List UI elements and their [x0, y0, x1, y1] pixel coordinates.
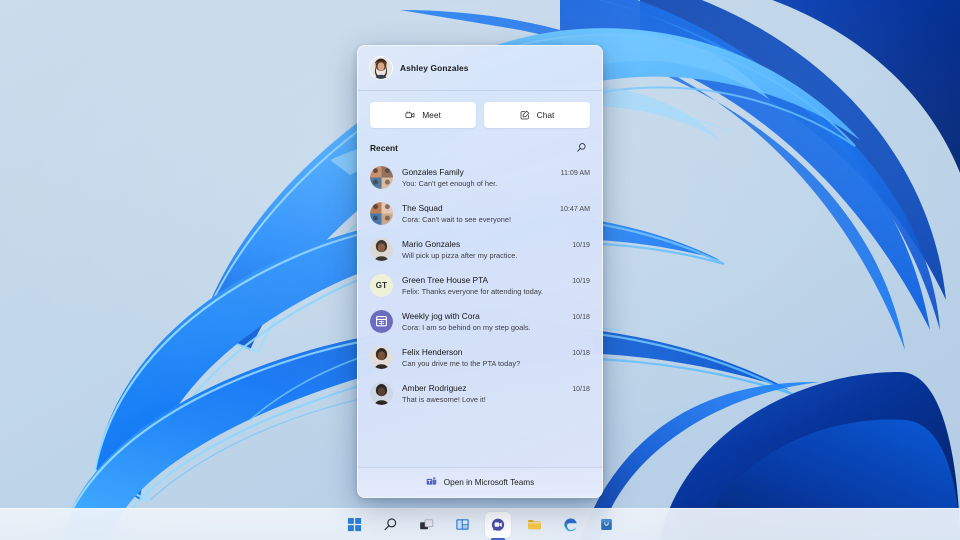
chat-button[interactable] [485, 512, 511, 538]
conversation-name: Amber Rodriguez [402, 383, 467, 393]
conversation-title-row: The Squad 10:47 AM [402, 203, 590, 213]
task-view-icon [419, 517, 434, 532]
file-explorer-icon [527, 517, 542, 532]
microsoft-store-button[interactable] [593, 512, 619, 538]
conversation-name: The Squad [402, 203, 443, 213]
contact-photo-icon [370, 382, 393, 405]
conversation-title-row: Weekly jog with Cora 10/18 [402, 311, 590, 321]
conversation-timestamp: 10/18 [572, 385, 590, 393]
conversation-preview: Can you drive me to the PTA today? [402, 359, 590, 368]
conversation-avatar [370, 238, 393, 261]
contact-photo-icon [370, 346, 393, 369]
conversation-text: Felix Henderson 10/18 Can you drive me t… [402, 347, 590, 368]
file-explorer-button[interactable] [521, 512, 547, 538]
chat-flyout-panel: Ashley Gonzales Meet Chat [357, 45, 603, 498]
conversation-avatar [370, 346, 393, 369]
conversation-preview: Felix: Thanks everyone for attending tod… [402, 287, 590, 296]
conversation-preview: You: Can't get enough of her. [402, 179, 590, 188]
conversation-text: Amber Rodriguez 10/18 That is awesome! L… [402, 383, 590, 404]
conversation-row[interactable]: Mario Gonzales 10/19 Will pick up pizza … [358, 231, 602, 267]
conversation-row[interactable]: Weekly jog with Cora 10/18 Cora: I am so… [358, 303, 602, 339]
microsoft-edge-icon [563, 517, 578, 532]
conversation-name: Green Tree House PTA [402, 275, 488, 285]
conversation-avatar [370, 166, 393, 189]
conversation-timestamp: 10/19 [572, 277, 590, 285]
conversation-text: Gonzales Family 11:09 AM You: Can't get … [402, 167, 590, 188]
conversation-text: Weekly jog with Cora 10/18 Cora: I am so… [402, 311, 590, 332]
video-camera-icon [405, 110, 415, 120]
conversation-name: Mario Gonzales [402, 239, 460, 249]
chat-button[interactable]: Chat [484, 102, 590, 128]
conversation-timestamp: 11:09 AM [561, 169, 590, 177]
compose-pencil-icon [520, 110, 530, 120]
conversation-preview: Will pick up pizza after my practice. [402, 251, 590, 260]
avatar-initials: GT [376, 281, 388, 290]
task-view-button[interactable] [413, 512, 439, 538]
conversation-title-row: Green Tree House PTA 10/19 [402, 275, 590, 285]
recent-label: Recent [370, 143, 398, 153]
conversation-row[interactable]: GT Green Tree House PTA 10/19 Felix: Tha… [358, 267, 602, 303]
flyout-header: Ashley Gonzales [358, 46, 602, 91]
open-in-teams-button[interactable]: Open in Microsoft Teams [358, 467, 602, 497]
widgets-icon [455, 517, 470, 532]
group-photo-icon [370, 202, 393, 225]
ashley-gonzales-avatar [370, 57, 392, 79]
search-conversations-button[interactable] [573, 140, 590, 157]
start-button[interactable] [341, 512, 367, 538]
conversation-avatar: GT [370, 274, 393, 297]
meet-button-label: Meet [422, 110, 441, 120]
conversation-preview: Cora: Can't wait to see everyone! [402, 215, 590, 224]
conversation-text: The Squad 10:47 AM Cora: Can't wait to s… [402, 203, 590, 224]
microsoft-teams-icon [426, 476, 437, 489]
open-in-teams-label: Open in Microsoft Teams [444, 478, 534, 487]
conversation-preview: Cora: I am so behind on my step goals. [402, 323, 590, 332]
chat-button-label: Chat [537, 110, 555, 120]
conversation-text: Green Tree House PTA 10/19 Felix: Thanks… [402, 275, 590, 296]
edge-button[interactable] [557, 512, 583, 538]
conversation-timestamp: 10/18 [572, 313, 590, 321]
conversation-name: Weekly jog with Cora [402, 311, 480, 321]
conversation-name: Felix Henderson [402, 347, 462, 357]
windows-logo-icon [347, 517, 362, 532]
search-button[interactable] [377, 512, 403, 538]
conversation-title-row: Felix Henderson 10/18 [402, 347, 590, 357]
conversation-row[interactable]: Gonzales Family 11:09 AM You: Can't get … [358, 159, 602, 195]
flyout-action-bar: Meet Chat [358, 91, 602, 137]
avatar[interactable] [370, 57, 392, 79]
search-icon [383, 517, 398, 532]
conversation-preview: That is awesome! Love it! [402, 395, 590, 404]
group-photo-icon [370, 166, 393, 189]
calendar-icon [370, 310, 393, 333]
contact-photo-icon [370, 238, 393, 261]
microsoft-store-icon [599, 517, 614, 532]
recent-header: Recent [358, 137, 602, 159]
conversation-timestamp: 10:47 AM [560, 205, 590, 213]
conversation-row[interactable]: Amber Rodriguez 10/18 That is awesome! L… [358, 375, 602, 411]
conversation-title-row: Gonzales Family 11:09 AM [402, 167, 590, 177]
search-icon [576, 142, 587, 155]
conversation-timestamp: 10/19 [572, 241, 590, 249]
conversation-avatar [370, 310, 393, 333]
conversation-avatar [370, 382, 393, 405]
conversation-avatar [370, 202, 393, 225]
taskbar [0, 508, 960, 540]
recent-conversation-list[interactable]: Gonzales Family 11:09 AM You: Can't get … [358, 159, 602, 467]
conversation-timestamp: 10/18 [572, 349, 590, 357]
conversation-title-row: Amber Rodriguez 10/18 [402, 383, 590, 393]
conversation-row[interactable]: The Squad 10:47 AM Cora: Can't wait to s… [358, 195, 602, 231]
account-name: Ashley Gonzales [400, 63, 469, 73]
conversation-row[interactable]: Felix Henderson 10/18 Can you drive me t… [358, 339, 602, 375]
conversation-name: Gonzales Family [402, 167, 464, 177]
taskbar-icon-strip [341, 512, 619, 538]
conversation-title-row: Mario Gonzales 10/19 [402, 239, 590, 249]
chat-teams-icon [490, 517, 506, 533]
widgets-button[interactable] [449, 512, 475, 538]
conversation-text: Mario Gonzales 10/19 Will pick up pizza … [402, 239, 590, 260]
meet-button[interactable]: Meet [370, 102, 476, 128]
